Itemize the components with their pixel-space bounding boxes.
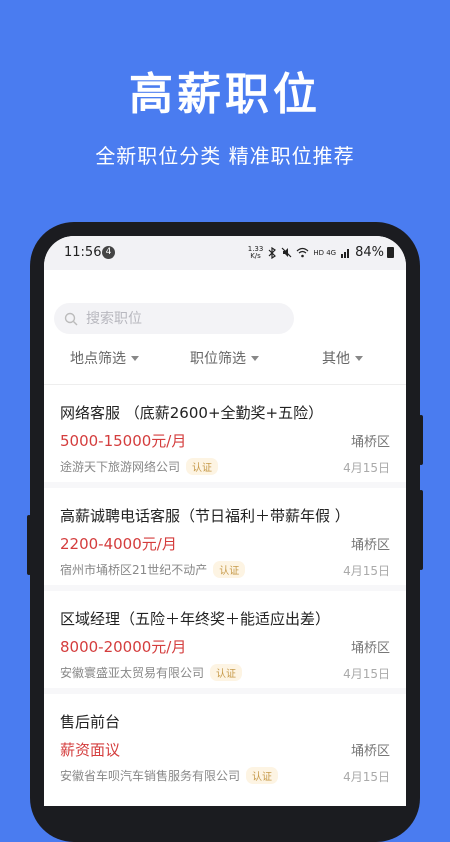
notification-count-badge: 4 [102, 246, 115, 259]
bluetooth-icon [268, 246, 277, 259]
job-company: 宿州市埇桥区21世纪不动产 认证 [60, 561, 246, 578]
job-company: 途游天下旅游网络公司 认证 [60, 458, 219, 475]
job-company: 安徽寰盛亚太贸易有限公司 认证 [60, 664, 243, 681]
filter-location-label: 地点筛选 [70, 351, 126, 367]
battery: 84% [355, 245, 394, 260]
volume-button [419, 415, 423, 465]
mute-icon [281, 247, 292, 258]
company-name: 安徽省车呗汽车销售服务有限公司 [60, 769, 241, 783]
battery-level: 84% [355, 245, 384, 260]
job-salary: 2200-4000元/月 [60, 535, 177, 553]
job-date: 4月15日 [343, 461, 390, 475]
job-list-item[interactable]: 网络客服 （底薪2600+全勤奖+五险） 5000-15000元/月 埇桥区 途… [44, 386, 406, 488]
company-name: 宿州市埇桥区21世纪不动产 [60, 563, 208, 577]
filter-other[interactable]: 其他 [322, 348, 363, 368]
chevron-down-icon [355, 355, 363, 361]
job-date: 4月15日 [343, 770, 390, 784]
verified-badge: 认证 [210, 664, 243, 681]
status-bar: 11:56 4 1.33 K/s HD 4G 84% [44, 236, 406, 270]
verified-badge: 认证 [213, 561, 246, 578]
power-button [419, 490, 423, 570]
divider [44, 482, 406, 488]
job-salary: 薪资面议 [60, 741, 121, 759]
status-icons: 1.33 K/s HD 4G 84% [248, 245, 394, 260]
job-title: 售后前台 [60, 713, 121, 731]
job-date: 4月15日 [343, 667, 390, 681]
job-location: 埇桥区 [350, 435, 390, 450]
search-bar[interactable] [54, 303, 294, 334]
chevron-down-icon [251, 355, 259, 361]
divider [44, 384, 406, 385]
hero-title: 高薪职位 [129, 69, 321, 120]
job-title: 网络客服 （底薪2600+全勤奖+五险） [60, 404, 324, 422]
status-time: 11:56 [64, 245, 102, 260]
phone-screen: 11:56 4 1.33 K/s HD 4G 84% 搜索职位 地点筛选 职位筛… [44, 236, 406, 806]
search-input[interactable] [84, 309, 278, 328]
filter-position[interactable]: 职位筛选 [190, 348, 259, 368]
signal-text: HD 4G [313, 248, 337, 257]
signal-icon [341, 249, 350, 258]
divider [44, 688, 406, 694]
network-speed: 1.33 K/s [247, 244, 264, 260]
job-title: 高薪诚聘电话客服（节日福利＋带薪年假 ） [60, 507, 350, 525]
chevron-down-icon [131, 355, 139, 361]
job-date: 4月15日 [343, 564, 390, 578]
job-location: 埇桥区 [350, 744, 390, 759]
company-name: 途游天下旅游网络公司 [60, 460, 181, 474]
company-name: 安徽寰盛亚太贸易有限公司 [60, 666, 205, 680]
job-list-item[interactable]: 高薪诚聘电话客服（节日福利＋带薪年假 ） 2200-4000元/月 埇桥区 宿州… [44, 489, 406, 591]
filter-bar: 地点筛选 职位筛选 其他 [44, 348, 406, 378]
verified-badge: 认证 [246, 767, 279, 784]
job-title: 区域经理（五险＋年终奖＋能适应出差） [60, 610, 331, 628]
wifi-icon [296, 247, 309, 258]
job-salary: 5000-15000元/月 [60, 432, 187, 450]
filter-other-label: 其他 [322, 351, 350, 367]
job-list-item[interactable]: 区域经理（五险＋年终奖＋能适应出差） 8000-20000元/月 埇桥区 安徽寰… [44, 592, 406, 694]
side-button [27, 515, 31, 575]
divider [44, 585, 406, 591]
filter-location[interactable]: 地点筛选 [70, 348, 139, 368]
verified-badge: 认证 [186, 458, 219, 475]
filter-position-label: 职位筛选 [190, 351, 246, 367]
job-location: 埇桥区 [350, 538, 390, 553]
search-icon [64, 312, 78, 325]
battery-icon [387, 247, 394, 258]
hero-subtitle: 全新职位分类 精准职位推荐 [95, 144, 355, 168]
job-salary: 8000-20000元/月 [60, 638, 187, 656]
job-company: 安徽省车呗汽车销售服务有限公司 认证 [60, 767, 279, 784]
job-location: 埇桥区 [350, 641, 390, 656]
job-list-item[interactable]: 售后前台 薪资面议 埇桥区 安徽省车呗汽车销售服务有限公司 认证 4月15日 [44, 695, 406, 797]
